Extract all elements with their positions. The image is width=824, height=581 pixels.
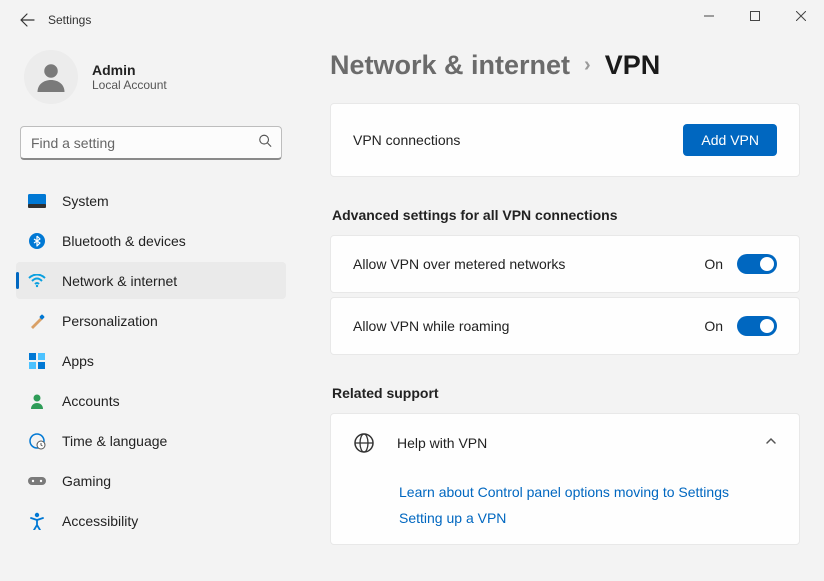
sidebar-item-label: System [62,193,109,209]
sidebar-item-apps[interactable]: Apps [16,342,286,379]
paintbrush-icon [28,312,46,330]
breadcrumb: Network & internet › VPN [330,50,800,81]
vpn-connections-card: VPN connections Add VPN [330,103,800,177]
sidebar-item-label: Personalization [62,313,158,329]
vpn-connections-label: VPN connections [353,132,460,148]
profile-block[interactable]: Admin Local Account [16,48,286,126]
close-icon [796,11,806,21]
gamepad-icon [28,472,46,490]
app-title: Settings [48,13,91,27]
clock-globe-icon [28,432,46,450]
sidebar-item-label: Apps [62,353,94,369]
help-card: Help with VPN Learn about Control panel … [330,413,800,545]
back-button[interactable] [10,3,44,37]
help-link-setup-vpn[interactable]: Setting up a VPN [399,510,777,526]
search-wrapper [16,126,286,160]
avatar [24,50,78,104]
sidebar-item-accessibility[interactable]: Accessibility [16,502,286,539]
sidebar-item-accounts[interactable]: Accounts [16,382,286,419]
sidebar-item-time-language[interactable]: Time & language [16,422,286,459]
profile-subtitle: Local Account [92,78,167,92]
help-expander-header[interactable]: Help with VPN [353,432,777,454]
sidebar-item-label: Accessibility [62,513,138,529]
advanced-heading: Advanced settings for all VPN connection… [332,207,800,223]
globe-icon [353,432,375,454]
sidebar-item-label: Bluetooth & devices [62,233,186,249]
sidebar-item-gaming[interactable]: Gaming [16,462,286,499]
help-links: Learn about Control panel options moving… [353,454,777,526]
maximize-button[interactable] [732,0,778,32]
add-vpn-button[interactable]: Add VPN [683,124,777,156]
accounts-icon [28,392,46,410]
maximize-icon [750,11,760,21]
apps-icon [28,352,46,370]
vpn-roaming-toggle[interactable] [737,316,777,336]
vpn-metered-toggle[interactable] [737,254,777,274]
vpn-roaming-state: On [704,318,723,334]
window-controls [686,0,824,32]
system-icon [28,192,46,210]
chevron-up-icon [765,434,777,452]
main-content: Network & internet › VPN VPN connections… [300,40,824,581]
sidebar-item-personalization[interactable]: Personalization [16,302,286,339]
search-input[interactable] [20,126,282,160]
wifi-icon [28,272,46,290]
nav-list: System Bluetooth & devices Network & int… [16,182,286,539]
sidebar-item-label: Accounts [62,393,120,409]
minimize-button[interactable] [686,0,732,32]
sidebar-item-bluetooth[interactable]: Bluetooth & devices [16,222,286,259]
help-title: Help with VPN [397,435,487,451]
accessibility-icon [28,512,46,530]
title-bar: Settings [0,0,824,40]
close-button[interactable] [778,0,824,32]
sidebar: Admin Local Account System Bluetooth & d… [0,40,300,581]
breadcrumb-parent[interactable]: Network & internet [330,50,570,81]
sidebar-item-network[interactable]: Network & internet [16,262,286,299]
sidebar-item-system[interactable]: System [16,182,286,219]
sidebar-item-label: Time & language [62,433,167,449]
profile-name: Admin [92,62,167,78]
sidebar-item-label: Network & internet [62,273,177,289]
back-arrow-icon [19,12,35,28]
bluetooth-icon [28,232,46,250]
vpn-metered-label: Allow VPN over metered networks [353,256,565,272]
related-heading: Related support [332,385,800,401]
vpn-metered-state: On [704,256,723,272]
vpn-roaming-label: Allow VPN while roaming [353,318,509,334]
breadcrumb-current: VPN [605,50,661,81]
sidebar-item-label: Gaming [62,473,111,489]
chevron-right-icon: › [584,54,591,77]
vpn-metered-card: Allow VPN over metered networks On [330,235,800,293]
minimize-icon [704,11,714,21]
help-link-control-panel[interactable]: Learn about Control panel options moving… [399,484,777,500]
vpn-roaming-card: Allow VPN while roaming On [330,297,800,355]
